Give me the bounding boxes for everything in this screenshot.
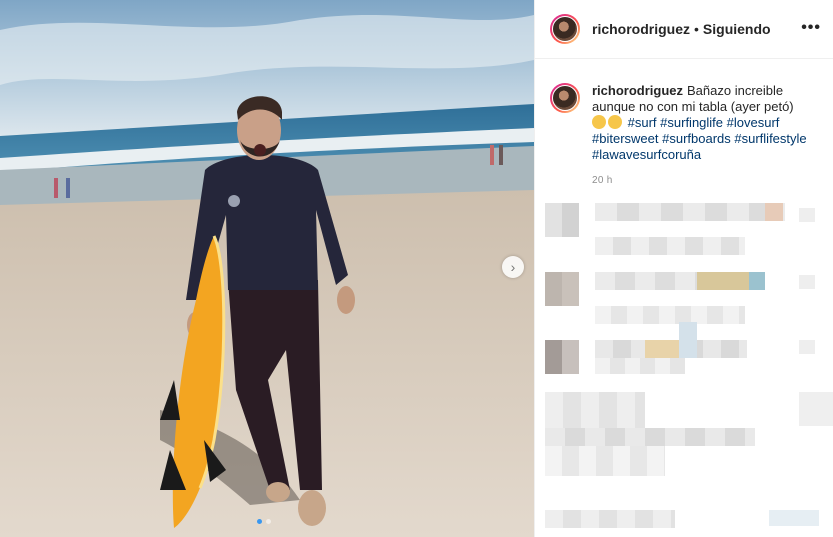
- redacted-comment-avatar: [545, 272, 579, 306]
- post-sidebar: richorodriguez • Siguiendo ••• richorodr…: [534, 0, 833, 537]
- redacted-comment-text: [545, 510, 675, 528]
- redacted-comment-text: [679, 322, 697, 358]
- redacted-comment-text: [545, 446, 665, 476]
- redacted-comment-text: [595, 358, 685, 374]
- redacted-comment-text: [595, 203, 785, 221]
- redacted-comment-text: [769, 510, 819, 526]
- carousel-next-button[interactable]: ›: [502, 256, 524, 278]
- carousel-indicator: [257, 519, 271, 524]
- redacted-comment-text: [799, 340, 815, 354]
- redacted-comment-text: [749, 272, 765, 290]
- caption-username-link[interactable]: richorodriguez: [592, 83, 683, 98]
- hashtag-link[interactable]: #surflifestyle: [734, 131, 806, 146]
- redacted-comment-text: [799, 392, 833, 426]
- post-timestamp[interactable]: 20 h: [592, 173, 814, 189]
- avatar[interactable]: [550, 14, 580, 44]
- avatar-image: [552, 16, 578, 42]
- redacted-comment-text: [595, 306, 745, 324]
- post-header: richorodriguez • Siguiendo •••: [535, 0, 833, 59]
- caption-avatar[interactable]: [550, 83, 580, 113]
- redacted-comment-text: [595, 237, 745, 255]
- post-photo[interactable]: ›: [0, 0, 534, 537]
- redacted-comment-text: [545, 392, 645, 428]
- more-options-icon[interactable]: •••: [801, 19, 821, 37]
- surfer-beach-image: [0, 0, 534, 537]
- hashtag-link[interactable]: #surfboards: [662, 131, 731, 146]
- avatar-image: [552, 85, 578, 111]
- caption-body: richorodriguez Bañazo increible aunque no…: [592, 83, 814, 189]
- hashtag-link[interactable]: #surfinglife: [660, 115, 723, 130]
- redacted-comment-text: [645, 340, 679, 358]
- redacted-comment-text: [799, 275, 815, 289]
- redacted-comment-text: [799, 208, 815, 222]
- caption: richorodriguez Bañazo increible aunque no…: [535, 59, 833, 189]
- separator-dot: •: [694, 21, 699, 37]
- chevron-right-icon: ›: [510, 259, 516, 275]
- hashtag-link[interactable]: #lawavesurfcoruña: [592, 147, 701, 162]
- redacted-comment-text: [765, 203, 783, 221]
- redacted-comment-text: [545, 428, 755, 446]
- worried-face-emoji: [592, 115, 606, 129]
- carousel-dot: [266, 519, 271, 524]
- hashtag-link[interactable]: #surf: [628, 115, 657, 130]
- redacted-comment-avatar: [545, 203, 579, 237]
- redacted-comment-text: [697, 272, 749, 290]
- carousel-dot-active: [257, 519, 262, 524]
- worried-face-emoji: [608, 115, 622, 129]
- username-link[interactable]: richorodriguez: [592, 21, 690, 37]
- hashtag-link[interactable]: #bitersweet: [592, 131, 658, 146]
- following-button[interactable]: Siguiendo: [703, 21, 771, 37]
- hashtag-link[interactable]: #lovesurf: [727, 115, 780, 130]
- redacted-comment-avatar: [545, 340, 579, 374]
